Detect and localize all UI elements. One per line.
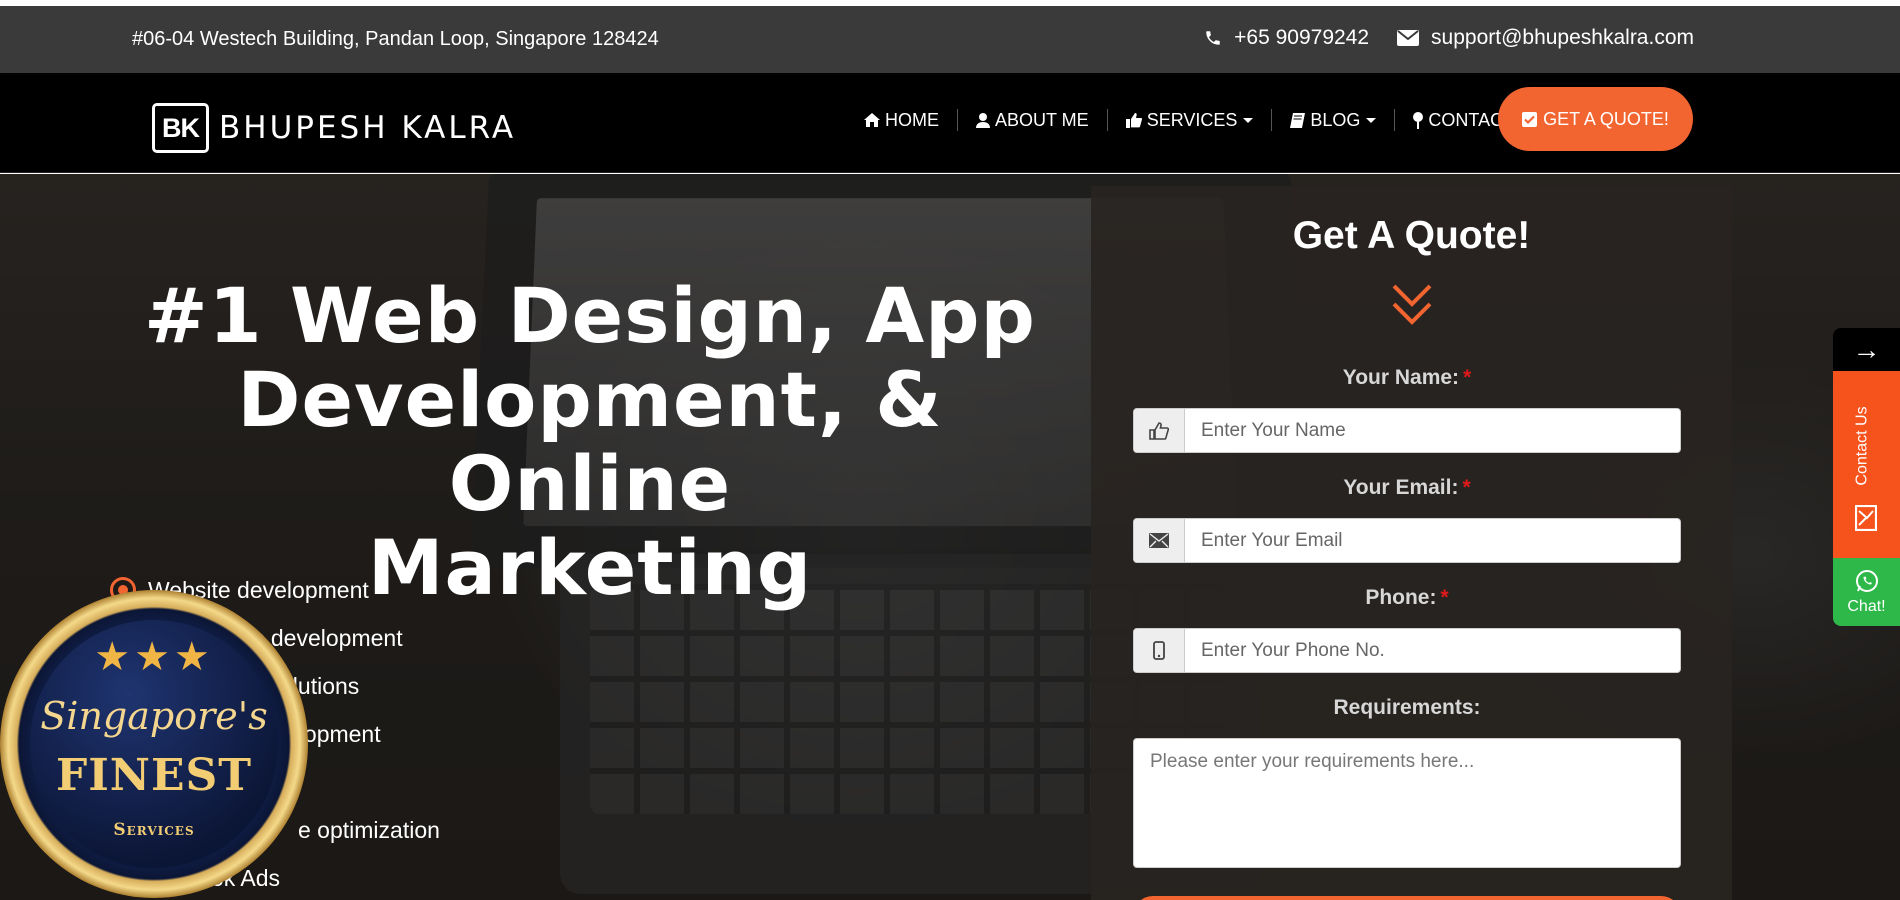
main-navbar: BK BHUPESH KALRA HOME ABOUT ME SERVICES … xyxy=(0,73,1900,173)
required-mark: * xyxy=(1462,476,1471,499)
phone-icon xyxy=(1204,29,1222,47)
chat-label: Chat! xyxy=(1847,597,1886,615)
phone-input[interactable] xyxy=(1185,629,1680,672)
submit-button[interactable] xyxy=(1133,896,1681,900)
address-text: #06-04 Westech Building, Pandan Loop, Si… xyxy=(132,28,659,50)
email-input[interactable] xyxy=(1185,519,1680,562)
logo-mark: BK xyxy=(152,103,209,153)
requirements-field xyxy=(1133,738,1681,868)
three-stars-icon: ★★★ xyxy=(94,635,214,679)
email-field xyxy=(1133,518,1681,563)
envelope-icon xyxy=(1134,519,1185,562)
chevron-down-icon xyxy=(1243,117,1254,123)
headline-line: #1 Web Design, App xyxy=(144,271,1036,360)
nav-item-blog[interactable]: BLOG xyxy=(1271,109,1394,131)
form-title: Get A Quote! xyxy=(1292,214,1531,257)
logo-name: BHUPESH KALRA xyxy=(219,110,517,146)
whatsapp-icon xyxy=(1855,569,1879,598)
phone-label: Phone: * xyxy=(1365,586,1449,609)
email-link[interactable]: support@bhupeshkalra.com xyxy=(1397,26,1694,50)
required-mark: * xyxy=(1463,366,1472,389)
required-mark: * xyxy=(1440,586,1449,609)
contact-us-label: Contact Us xyxy=(1854,406,1872,486)
nav-item-label: HOME xyxy=(885,109,939,130)
check-square-icon xyxy=(1522,111,1538,127)
nav-item-label: SERVICES xyxy=(1146,109,1238,130)
book-icon xyxy=(1290,112,1306,128)
double-chevron-down-icon xyxy=(1392,284,1432,325)
get-quote-button[interactable]: GET A QUOTE! xyxy=(1498,87,1693,151)
requirements-textarea[interactable] xyxy=(1134,739,1680,867)
quote-form-panel: Get A Quote! Your Name:* Your Email:* Ph… xyxy=(1091,186,1732,900)
get-quote-label: GET A QUOTE! xyxy=(1543,108,1669,129)
phone-field xyxy=(1133,628,1681,673)
email-address: support@bhupeshkalra.com xyxy=(1431,26,1694,49)
name-input[interactable] xyxy=(1185,409,1680,452)
chevron-down-icon xyxy=(1366,117,1377,123)
nav-item-label: ABOUT ME xyxy=(995,109,1089,130)
collapse-arrow-icon[interactable]: → xyxy=(1833,328,1900,371)
name-field xyxy=(1133,408,1681,453)
nav-menu: HOME ABOUT ME SERVICES BLOG CONTACT xyxy=(864,109,1532,131)
badge-bottom-text: Services xyxy=(113,820,195,840)
envelope-icon xyxy=(1397,30,1420,46)
mobile-phone-icon xyxy=(1134,629,1185,672)
chat-tab[interactable]: Chat! xyxy=(1833,558,1900,626)
nav-item-label: BLOG xyxy=(1310,109,1361,130)
requirements-label: Requirements: xyxy=(1333,696,1481,719)
nav-item-home[interactable]: HOME xyxy=(864,109,957,131)
user-icon xyxy=(976,112,990,128)
home-icon xyxy=(864,113,880,127)
site-logo[interactable]: BK BHUPESH KALRA xyxy=(152,103,516,153)
email-label: Your Email: * xyxy=(1343,476,1471,499)
side-contact-widget: → Contact Us Chat! xyxy=(1833,328,1900,626)
top-info-bar: #06-04 Westech Building, Pandan Loop, Si… xyxy=(0,6,1900,73)
top-contact-info: +65 90979242 support@bhupeshkalra.com xyxy=(1176,26,1694,50)
mail-box-icon xyxy=(1854,504,1878,536)
badge-top-text: Singapore's xyxy=(40,694,268,738)
phone-number: +65 90979242 xyxy=(1234,26,1370,49)
map-pin-icon xyxy=(1413,111,1424,129)
phone-link[interactable]: +65 90979242 xyxy=(1204,26,1369,50)
name-label: Your Name: * xyxy=(1342,366,1472,389)
contact-us-label-wrap: Contact Us xyxy=(1853,391,1873,501)
nav-item-services[interactable]: SERVICES xyxy=(1106,109,1272,131)
headline-line: Development, & Online xyxy=(237,355,943,528)
contact-us-tab[interactable]: Contact Us xyxy=(1833,371,1900,558)
singapores-finest-badge: ★★★ Singapore's FINEST Services xyxy=(0,590,308,898)
nav-item-about[interactable]: ABOUT ME xyxy=(957,109,1107,131)
thumbs-up-icon xyxy=(1125,112,1142,128)
thumbs-up-outline-icon xyxy=(1134,409,1185,452)
hero-headline: #1 Web Design, App Development, & Online… xyxy=(110,274,1070,610)
badge-main-text: FINEST xyxy=(55,750,253,801)
